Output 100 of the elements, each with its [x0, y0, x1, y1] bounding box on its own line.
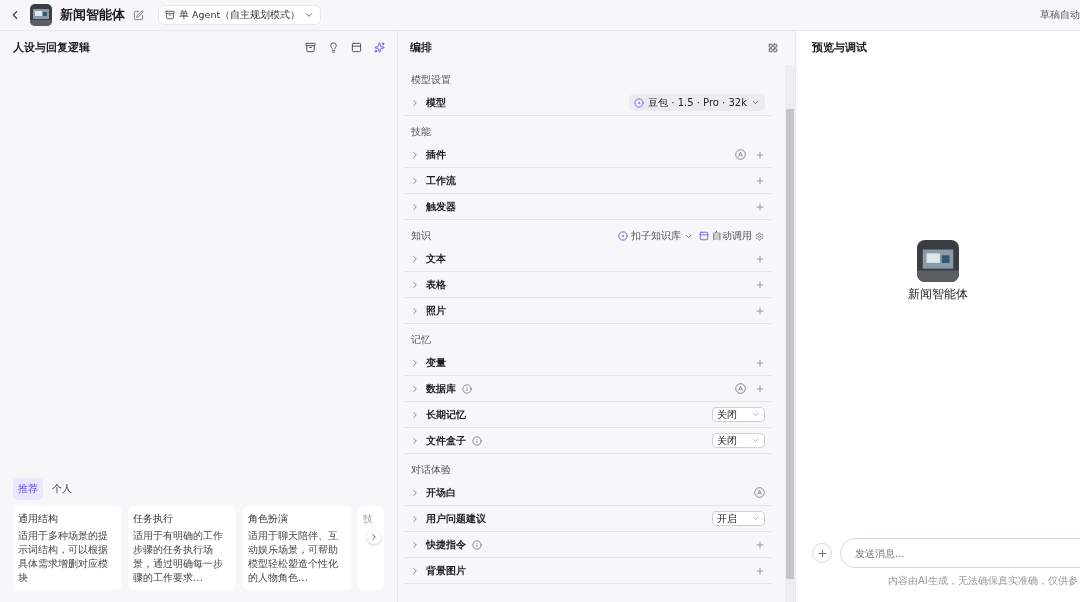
info-icon[interactable]: [472, 435, 482, 446]
add-icon[interactable]: [755, 565, 765, 576]
add-icon[interactable]: [755, 357, 765, 368]
template-tab[interactable]: 个人: [47, 478, 77, 500]
setting-label: 开场白: [426, 485, 456, 500]
add-icon[interactable]: [755, 305, 765, 316]
setting-label: 背景图片: [426, 563, 466, 578]
toggle-select[interactable]: 开启: [712, 511, 765, 526]
save-status: 草稿自动: [1040, 8, 1080, 22]
chevron-down-icon: [304, 10, 315, 20]
edit-icon[interactable]: [133, 9, 144, 21]
setting-row[interactable]: 表格: [404, 272, 771, 298]
info-icon[interactable]: [472, 539, 482, 550]
setting-row[interactable]: 模型 豆包 · 1.5 · Pro · 32k: [404, 90, 771, 116]
setting-row[interactable]: 变量: [404, 350, 771, 376]
setting-label: 变量: [426, 355, 446, 370]
setting-row[interactable]: 数据库: [404, 376, 771, 402]
setting-label: 表格: [426, 277, 446, 292]
box-icon[interactable]: [305, 42, 316, 53]
template-title: 角色扮演: [248, 512, 289, 526]
plus-icon: [816, 547, 828, 559]
template-title: 通用结构: [18, 512, 59, 526]
expand-chevron-icon[interactable]: [410, 357, 420, 368]
section-title: 知识: [411, 229, 431, 243]
add-icon[interactable]: [755, 539, 765, 550]
setting-label: 文本: [426, 251, 446, 266]
section-title: 对话体验: [411, 463, 451, 477]
setting-row[interactable]: 插件: [404, 142, 771, 168]
mode-select[interactable]: 单 Agent（自主规划模式）: [158, 5, 322, 25]
call-mode-button[interactable]: 自动调用: [699, 229, 764, 243]
template-card[interactable]: 任务执行 适用于有明确的工作步骤的任务执行场景，通过明确每一步骤的工作要求…: [128, 506, 236, 590]
setting-row[interactable]: 工作流: [404, 168, 771, 194]
panel-icon[interactable]: [351, 42, 362, 53]
setting-label: 文件盒子: [426, 433, 466, 448]
setting-row[interactable]: 触发器: [404, 194, 771, 220]
chevron-down-icon: [751, 436, 760, 445]
template-card[interactable]: 角色扮演 适用于聊天陪伴、互动娱乐场景，可帮助模型轻松塑造个性化的人物角色…: [243, 506, 351, 590]
panel-title: 人设与回复逻辑: [13, 40, 90, 55]
template-title: 任务执行: [133, 512, 174, 526]
add-icon[interactable]: [755, 279, 765, 290]
expand-chevron-icon[interactable]: [410, 279, 420, 290]
setting-row[interactable]: 文本: [404, 246, 771, 272]
chevron-right-icon: [369, 532, 379, 542]
expand-chevron-icon[interactable]: [410, 97, 420, 108]
sparkle-icon[interactable]: [374, 42, 385, 53]
setting-label: 快捷指令: [426, 537, 466, 552]
expand-chevron-icon[interactable]: [410, 487, 420, 498]
setting-row[interactable]: 长期记忆 关闭: [404, 402, 771, 428]
expand-chevron-icon[interactable]: [410, 513, 420, 524]
template-description: 适用于多种场景的提示词结构，可以根据具体需求增删对应模块: [18, 529, 109, 585]
add-icon[interactable]: [755, 149, 765, 160]
expand-chevron-icon[interactable]: [410, 201, 420, 212]
setting-row[interactable]: 文件盒子 关闭: [404, 428, 771, 454]
setting-label: 模型: [426, 95, 446, 110]
expand-chevron-icon[interactable]: [410, 305, 420, 316]
expand-chevron-icon[interactable]: [410, 435, 420, 446]
auto-badge-icon[interactable]: [735, 149, 746, 160]
setting-label: 照片: [426, 303, 446, 318]
auto-badge-icon[interactable]: [735, 383, 746, 394]
knowledge-source-select[interactable]: 扣子知识库: [618, 229, 693, 243]
template-tab[interactable]: 推荐: [13, 478, 43, 500]
add-icon[interactable]: [755, 175, 765, 186]
grid-icon[interactable]: [768, 42, 778, 53]
setting-row[interactable]: 背景图片: [404, 558, 771, 584]
info-icon[interactable]: [462, 383, 472, 394]
agent-name: 新闻智能体: [60, 6, 125, 24]
setting-row[interactable]: 用户问题建议 开启: [404, 506, 771, 532]
expand-chevron-icon[interactable]: [410, 175, 420, 186]
panel-title: 预览与调试: [812, 40, 867, 55]
setting-label: 触发器: [426, 199, 456, 214]
panel-title: 编排: [410, 40, 432, 55]
expand-chevron-icon[interactable]: [410, 149, 420, 160]
expand-chevron-icon[interactable]: [410, 383, 420, 394]
agent-name: 新闻智能体: [908, 285, 968, 303]
expand-chevron-icon[interactable]: [410, 565, 420, 576]
template-card[interactable]: 通用结构 适用于多种场景的提示词结构，可以根据具体需求增删对应模块: [13, 506, 121, 590]
section-title: 模型设置: [411, 73, 451, 87]
attach-button[interactable]: [812, 543, 832, 563]
lightbulb-icon[interactable]: [328, 42, 339, 53]
expand-chevron-icon[interactable]: [410, 539, 420, 550]
scrollbar-thumb[interactable]: [786, 109, 794, 579]
template-title: 技: [363, 512, 374, 526]
message-input[interactable]: 发送消息...: [840, 538, 1080, 568]
model-select[interactable]: 豆包 · 1.5 · Pro · 32k: [629, 94, 765, 111]
template-description: 适用于聊天陪伴、互动娱乐场景，可帮助模型轻松塑造个性化的人物角色…: [248, 529, 339, 585]
add-icon[interactable]: [755, 201, 765, 212]
expand-chevron-icon[interactable]: [410, 409, 420, 420]
add-icon[interactable]: [755, 383, 765, 394]
settings-icon: [755, 231, 764, 241]
setting-label: 工作流: [426, 173, 456, 188]
setting-label: 插件: [426, 147, 446, 162]
setting-row[interactable]: 照片: [404, 298, 771, 324]
setting-row[interactable]: 开场白: [404, 480, 771, 506]
toggle-select[interactable]: 关闭: [712, 433, 765, 448]
expand-chevron-icon[interactable]: [410, 253, 420, 264]
setting-row[interactable]: 快捷指令: [404, 532, 771, 558]
auto-badge-icon[interactable]: [754, 487, 765, 498]
toggle-select[interactable]: 关闭: [712, 407, 765, 422]
chevron-down-icon: [751, 410, 760, 419]
add-icon[interactable]: [755, 253, 765, 264]
